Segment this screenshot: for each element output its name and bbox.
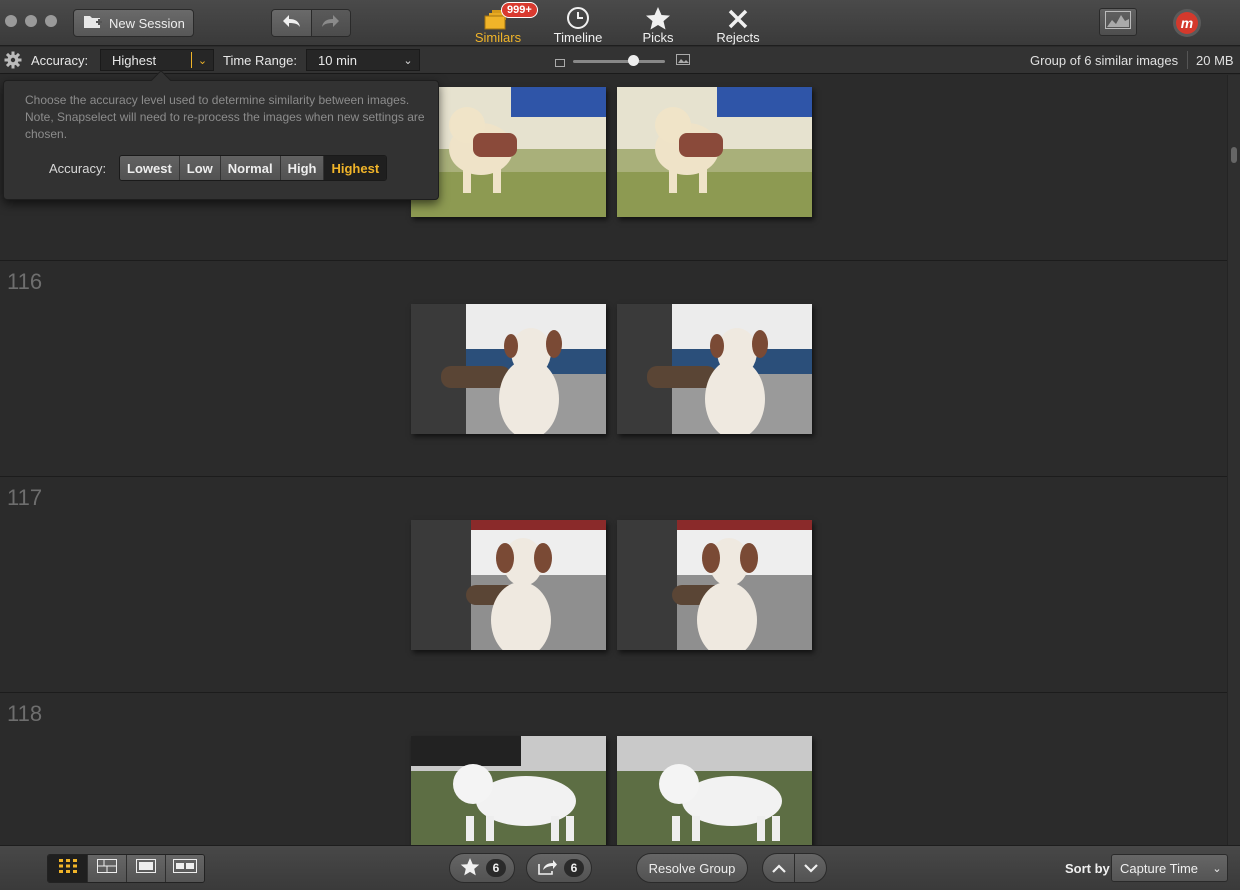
- brand-logo-icon: m: [1176, 12, 1198, 34]
- time-range-select[interactable]: 10 min ⌄: [306, 49, 420, 71]
- mode-picks-label: Picks: [642, 30, 674, 45]
- photo-thumbnail[interactable]: [411, 520, 606, 650]
- group-layout-icon: [97, 859, 117, 878]
- undo-button[interactable]: [272, 10, 311, 36]
- photo-thumbnail[interactable]: [617, 736, 812, 845]
- scrollbar-thumb[interactable]: [1231, 147, 1237, 163]
- accuracy-segmented-control: Lowest Low Normal High Highest: [119, 155, 388, 181]
- resolve-group-label: Resolve Group: [648, 860, 736, 876]
- large-image-icon: [676, 53, 690, 68]
- folder-plus-icon: [83, 14, 103, 32]
- toolbar-divider: [1187, 51, 1188, 69]
- bottom-bar: 6 6 Resolve Group Sort by: Capture Time …: [0, 845, 1240, 890]
- view-mode-control: [47, 854, 205, 883]
- resolve-group-button[interactable]: Resolve Group: [636, 853, 748, 883]
- photo-thumbnail[interactable]: [617, 304, 812, 434]
- group-info-text: Group of 6 similar images: [1030, 53, 1179, 68]
- share-button[interactable]: 6: [526, 853, 592, 883]
- mode-rejects-label: Rejects: [716, 30, 760, 45]
- title-bar: New Session 999+ Similars Timeline Picks…: [0, 0, 1240, 46]
- small-image-icon: [555, 55, 565, 70]
- group-number: 116: [7, 269, 43, 294]
- x-icon: [703, 4, 773, 30]
- minimize-window-button[interactable]: [25, 15, 37, 27]
- photo-thumbnail[interactable]: [411, 736, 606, 845]
- mode-timeline-label: Timeline: [553, 30, 603, 45]
- redo-arrow-icon: [321, 14, 341, 33]
- group-number: 118: [7, 701, 43, 726]
- sort-by-label: Sort by:: [1065, 861, 1115, 876]
- redo-button[interactable]: [310, 10, 350, 36]
- time-range-label: Time Range:: [223, 53, 297, 68]
- group-row: 116: [0, 260, 1227, 476]
- photo-thumbnail[interactable]: [617, 520, 812, 650]
- single-image-icon: [136, 859, 156, 878]
- share-arrow-icon: [538, 859, 558, 878]
- group-view-button[interactable]: [87, 855, 126, 882]
- pick-button[interactable]: 6: [449, 853, 515, 883]
- undo-arrow-icon: [281, 14, 301, 33]
- account-avatar[interactable]: m: [1173, 9, 1201, 37]
- group-number: 117: [7, 485, 43, 510]
- compare-icon: [173, 859, 197, 878]
- mode-similars[interactable]: 999+ Similars: [463, 2, 538, 45]
- accuracy-value: Highest: [112, 53, 157, 68]
- close-window-button[interactable]: [5, 15, 17, 27]
- app-window: New Session 999+ Similars Timeline Picks…: [0, 0, 1240, 890]
- accuracy-option-high[interactable]: High: [279, 156, 324, 180]
- new-session-label: New Session: [109, 15, 185, 31]
- accuracy-option-low[interactable]: Low: [178, 156, 220, 180]
- compare-view-button[interactable]: [165, 855, 204, 882]
- sort-by-select[interactable]: Capture Time ⌄: [1111, 854, 1228, 882]
- history-nav: [271, 9, 351, 37]
- accuracy-label: Accuracy:: [31, 53, 89, 68]
- histogram-button[interactable]: [1099, 8, 1137, 36]
- mode-similars-label: Similars: [474, 30, 522, 45]
- similars-count-badge: 999+: [501, 2, 538, 18]
- previous-group-button[interactable]: [763, 854, 795, 882]
- accuracy-option-normal[interactable]: Normal: [219, 156, 280, 180]
- accuracy-option-lowest[interactable]: Lowest: [120, 156, 179, 180]
- settings-toolbar: Accuracy: Highest ⌄ Time Range: 10 min ⌄…: [0, 47, 1240, 74]
- photo-thumbnail[interactable]: [617, 87, 812, 217]
- chevron-down-icon: ⌄: [403, 54, 413, 67]
- chevron-down-icon: ⌄: [191, 52, 213, 68]
- group-row: 118: [0, 692, 1227, 845]
- grid-view-button[interactable]: [48, 855, 87, 882]
- zoom-window-button[interactable]: [45, 15, 57, 27]
- thumbnail-size-slider[interactable]: [573, 60, 665, 63]
- new-session-button[interactable]: New Session: [73, 9, 194, 37]
- group-row: 117: [0, 476, 1227, 692]
- chevron-down-icon: [803, 861, 818, 876]
- star-icon: [460, 857, 480, 879]
- vertical-scrollbar[interactable]: [1227, 75, 1240, 845]
- thumbnail-size-knob[interactable]: [628, 55, 639, 66]
- shares-count: 6: [564, 859, 584, 877]
- chevron-up-icon: [771, 861, 786, 876]
- chevron-down-icon: ⌄: [1212, 862, 1222, 875]
- accuracy-option-highest[interactable]: Highest: [323, 156, 387, 180]
- single-view-button[interactable]: [126, 855, 165, 882]
- star-icon: [623, 4, 693, 30]
- picks-count: 6: [486, 859, 506, 877]
- accuracy-select[interactable]: Highest ⌄: [100, 49, 214, 71]
- mode-picks[interactable]: Picks: [623, 4, 693, 45]
- group-nav-control: [762, 853, 827, 883]
- histogram-icon: [1105, 10, 1131, 34]
- mode-rejects[interactable]: Rejects: [703, 4, 773, 45]
- time-range-value: 10 min: [318, 53, 358, 68]
- accuracy-description: Choose the accuracy level used to determ…: [25, 93, 425, 141]
- grid-icon: [58, 859, 77, 878]
- popover-accuracy-label: Accuracy:: [49, 161, 107, 176]
- gear-icon[interactable]: [4, 51, 22, 72]
- accuracy-popover: Choose the accuracy level used to determ…: [3, 70, 439, 200]
- clock-icon: [543, 4, 613, 30]
- photo-thumbnail[interactable]: [411, 87, 606, 217]
- mode-timeline[interactable]: Timeline: [543, 4, 613, 45]
- group-size-text: 20 MB: [1196, 53, 1234, 68]
- photo-thumbnail[interactable]: [411, 304, 606, 434]
- sort-by-value: Capture Time: [1120, 861, 1199, 876]
- next-group-button[interactable]: [795, 854, 826, 882]
